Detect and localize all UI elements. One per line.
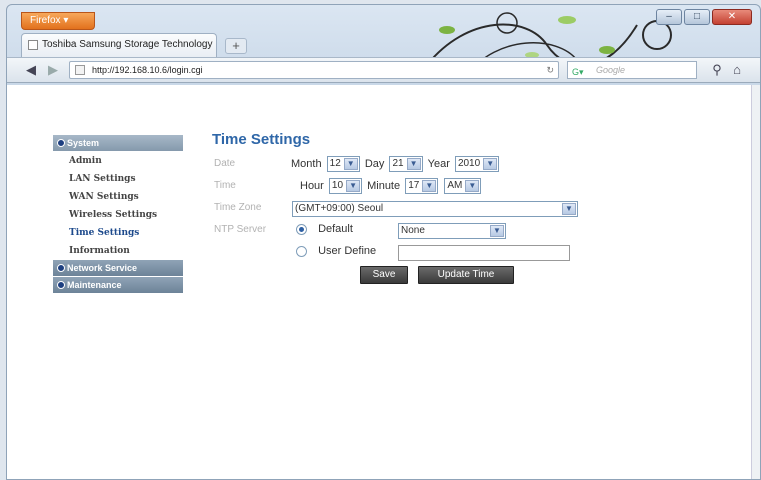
page-content: System Admin LAN Settings WAN Settings W… xyxy=(7,85,753,479)
close-icon[interactable]: ✕ xyxy=(712,9,752,25)
sidebar-item-wireless-settings[interactable]: Wireless Settings xyxy=(53,206,183,224)
sidebar-section-maintenance[interactable]: Maintenance xyxy=(53,277,183,293)
page-title: Time Settings xyxy=(212,131,311,148)
search-icon[interactable]: ⚲ xyxy=(707,61,727,79)
sidebar-section-network-service[interactable]: Network Service xyxy=(53,260,183,276)
minimize-icon[interactable]: – xyxy=(656,9,682,25)
chevron-down-icon: ▼ xyxy=(406,158,421,170)
day-label: Day xyxy=(364,158,385,170)
year-label: Year xyxy=(427,158,450,170)
year-select[interactable]: 2010 ▼ xyxy=(454,156,500,172)
minute-select[interactable]: 17 ▼ xyxy=(405,178,439,194)
sidebar-item-time-settings[interactable]: Time Settings xyxy=(53,224,183,242)
browser-window: Firefox ▾ – □ ✕ Toshiba Samsung Storage … xyxy=(6,4,761,480)
day-select[interactable]: 21 ▼ xyxy=(389,156,423,172)
tab-title: Toshiba Samsung Storage Technology xyxy=(42,39,213,50)
search-placeholder: Google xyxy=(596,65,626,75)
ntp-user-define-radio[interactable] xyxy=(296,245,307,257)
ntp-default-label: Default xyxy=(318,223,353,236)
ntp-default-row: NTP Server Default None ▼ xyxy=(212,220,582,242)
minute-label: Minute xyxy=(367,180,401,192)
bullet-icon xyxy=(57,281,65,289)
page-icon xyxy=(28,40,38,50)
address-bar[interactable]: http://192.168.10.6/login.cgi ↻ xyxy=(69,61,559,79)
ntp-default-radio[interactable] xyxy=(296,223,307,235)
ampm-select[interactable]: AM ▼ xyxy=(444,178,482,194)
save-button[interactable]: Save xyxy=(360,266,408,284)
timezone-label: Time Zone xyxy=(214,202,262,213)
date-label: Date xyxy=(214,158,236,169)
chevron-down-icon: ▼ xyxy=(422,180,437,192)
ntp-server-select[interactable]: None ▼ xyxy=(398,223,506,239)
bullet-icon xyxy=(57,264,65,272)
forward-arrow-icon[interactable]: ▶ xyxy=(43,61,63,79)
site-icon xyxy=(75,65,85,75)
sidebar: System Admin LAN Settings WAN Settings W… xyxy=(53,135,183,294)
browser-tab[interactable]: Toshiba Samsung Storage Technology xyxy=(21,33,217,57)
new-tab-button[interactable]: + xyxy=(225,38,247,54)
navigation-toolbar: ◀ ▶ http://192.168.10.6/login.cgi ↻ G▾ G… xyxy=(7,57,760,83)
button-row: Save Update Time xyxy=(212,264,582,286)
home-icon[interactable]: ⌂ xyxy=(727,61,747,79)
sidebar-item-admin[interactable]: Admin xyxy=(53,152,183,170)
ntp-user-define-row: User Define xyxy=(212,242,582,264)
time-row: Time Hour 10 ▼ Minute 17 ▼ AM ▼ xyxy=(212,176,582,198)
firefox-menu-button[interactable]: Firefox ▾ xyxy=(21,12,95,30)
month-label: Month xyxy=(291,158,322,170)
chevron-down-icon: ▼ xyxy=(343,158,358,170)
hour-label: Hour xyxy=(300,180,324,192)
sidebar-section-system[interactable]: System xyxy=(53,135,183,151)
maximize-icon[interactable]: □ xyxy=(684,9,710,25)
chevron-down-icon: ▼ xyxy=(483,158,498,170)
chevron-down-icon: ▼ xyxy=(562,203,576,215)
sidebar-item-information[interactable]: Information xyxy=(53,242,183,260)
ntp-user-define-input[interactable] xyxy=(398,245,570,261)
chevron-down-icon: ▼ xyxy=(490,225,504,237)
update-time-button[interactable]: Update Time xyxy=(418,266,514,284)
sidebar-item-wan-settings[interactable]: WAN Settings xyxy=(53,188,183,206)
google-icon: G▾ xyxy=(572,67,584,77)
time-settings-panel: Time Settings Date Month 12 ▼ Day 21 ▼ Yea… xyxy=(212,131,582,286)
sidebar-item-lan-settings[interactable]: LAN Settings xyxy=(53,170,183,188)
back-arrow-icon[interactable]: ◀ xyxy=(21,61,41,79)
timezone-row: Time Zone (GMT+09:00) Seoul ▼ xyxy=(212,198,582,220)
reload-icon[interactable]: ↻ xyxy=(546,62,554,78)
vertical-scrollbar[interactable] xyxy=(751,85,760,479)
chevron-down-icon: ▼ xyxy=(346,180,361,192)
url-text: http://192.168.10.6/login.cgi xyxy=(92,65,203,75)
time-label: Time xyxy=(214,180,236,191)
month-select[interactable]: 12 ▼ xyxy=(326,156,360,172)
ntp-server-label: NTP Server xyxy=(214,224,267,235)
bullet-icon xyxy=(57,139,65,147)
date-row: Date Month 12 ▼ Day 21 ▼ Year 2010 ▼ xyxy=(212,154,582,176)
window-controls: – □ ✕ xyxy=(656,9,752,25)
timezone-select[interactable]: (GMT+09:00) Seoul ▼ xyxy=(292,201,578,217)
hour-select[interactable]: 10 ▼ xyxy=(328,178,363,194)
ntp-user-define-label: User Define xyxy=(318,245,377,258)
chevron-down-icon: ▼ xyxy=(465,180,480,192)
search-input[interactable]: G▾ Google xyxy=(567,61,697,79)
